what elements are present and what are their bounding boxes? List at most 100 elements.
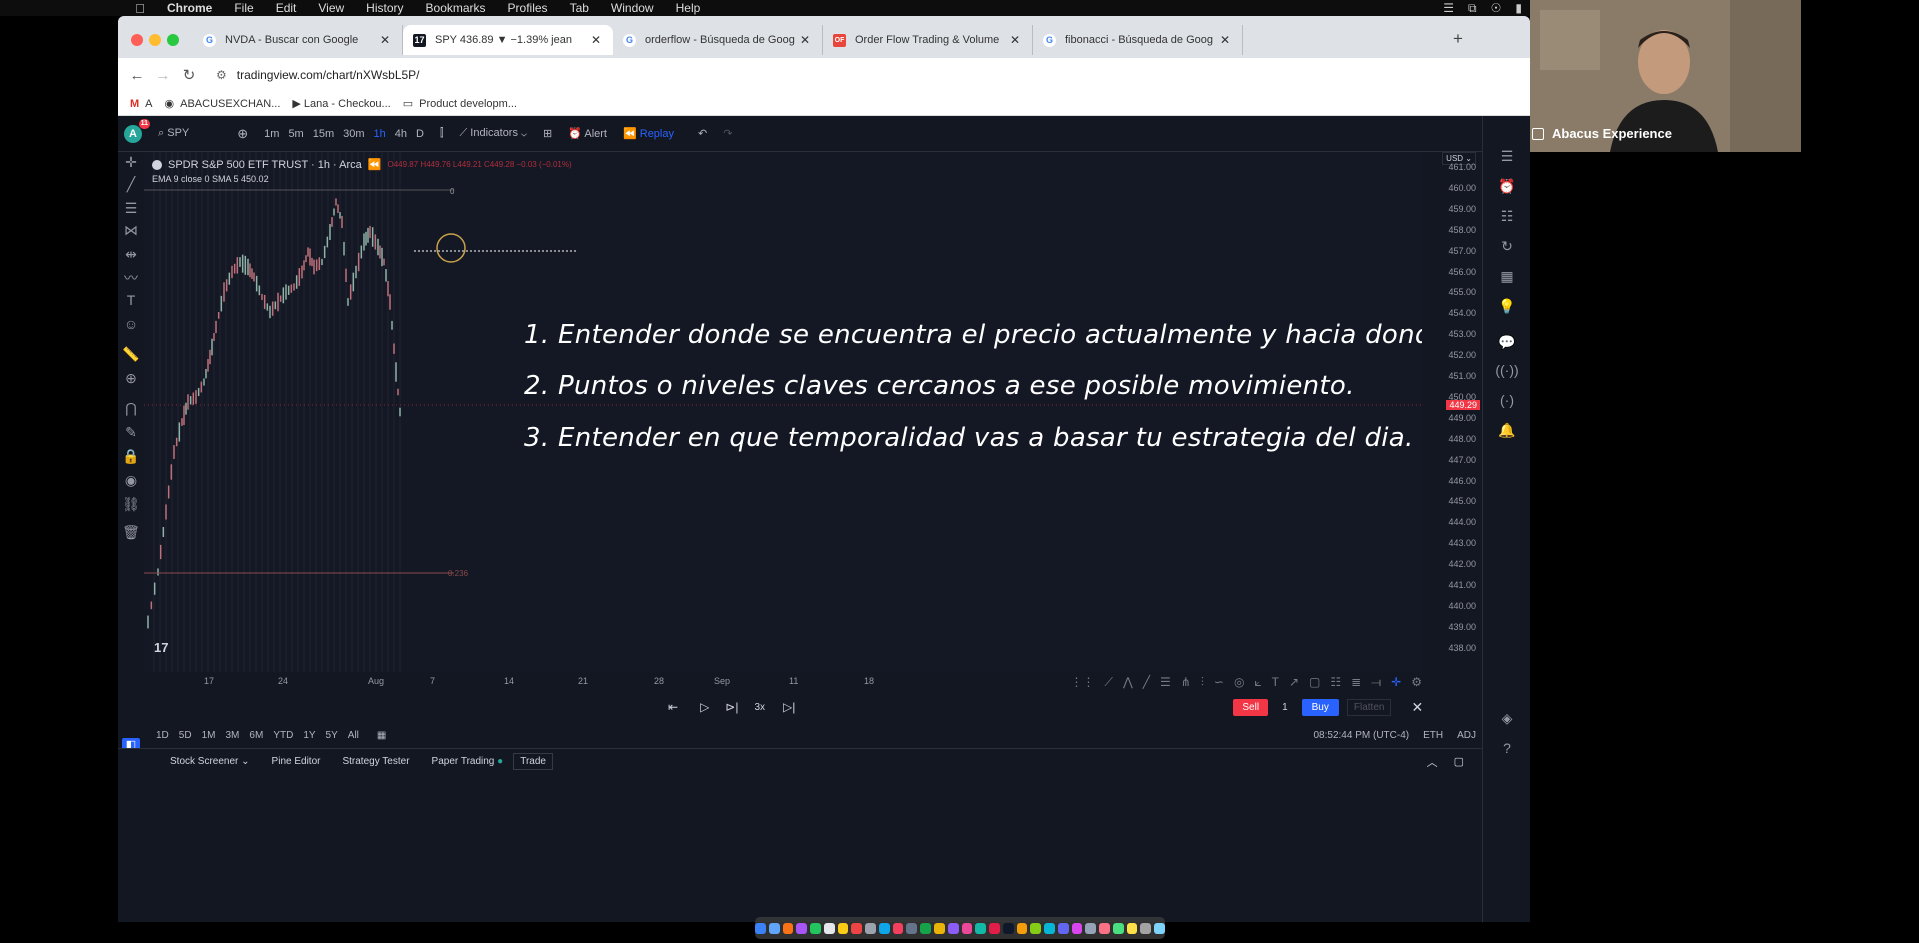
tab-orderflow[interactable]: G orderflow - Búsqueda de Goog ✕ bbox=[613, 25, 823, 55]
dock-app-icon[interactable] bbox=[947, 922, 959, 934]
alerts-clock-icon[interactable]: ⏰ bbox=[1483, 178, 1530, 195]
pattern-icon[interactable]: ⋈ bbox=[118, 222, 144, 239]
dock-app-icon[interactable] bbox=[989, 922, 1000, 934]
zoom-in-icon[interactable]: ⊕ bbox=[118, 370, 144, 387]
new-tab-button[interactable]: + bbox=[1453, 29, 1463, 49]
hotlist-icon[interactable]: ↻ bbox=[1483, 238, 1530, 255]
prediction-icon[interactable]: ⇹ bbox=[118, 246, 144, 263]
url-field[interactable]: ⚙ tradingview.com/chart/nXWsbL5P/ bbox=[216, 68, 420, 82]
ruler-icon[interactable]: 📏 bbox=[118, 346, 144, 363]
user-avatar[interactable]: A 11 bbox=[124, 118, 150, 143]
sell-button[interactable]: Sell bbox=[1233, 698, 1269, 716]
step-forward-icon[interactable]: ⊳| bbox=[725, 700, 738, 714]
drag-handle-icon[interactable]: ⋮⋮ bbox=[1071, 675, 1095, 689]
site-info-icon[interactable]: ⚙ bbox=[216, 68, 227, 82]
price-axis[interactable]: USD ⌄ 461.00 460.00 459.00 458.00 457.00 456.… bbox=[1422, 152, 1482, 672]
emoji-icon[interactable]: ☺ bbox=[118, 316, 144, 332]
session-toggle[interactable]: ETH bbox=[1423, 730, 1443, 741]
dock-app-icon[interactable] bbox=[1126, 922, 1138, 934]
indicators-button[interactable]: ⟋ Indicators ⌄ bbox=[460, 127, 527, 140]
replay-speed[interactable]: 3x bbox=[754, 702, 765, 713]
brush-icon[interactable]: 〰 bbox=[118, 268, 144, 288]
bookmark-gmail[interactable]: MA bbox=[130, 98, 153, 110]
interval-1m[interactable]: 1m bbox=[264, 128, 279, 140]
bookmark-product[interactable]: ▭ Product developm... bbox=[403, 97, 517, 111]
undo-icon[interactable]: ↶ bbox=[698, 127, 707, 140]
close-tab-icon[interactable]: ✕ bbox=[1008, 33, 1022, 47]
bookmark-lana[interactable]: ▶ Lana - Checkou... bbox=[292, 97, 390, 110]
dock-app-icon[interactable] bbox=[1099, 922, 1110, 934]
dock-app-icon[interactable] bbox=[1030, 922, 1042, 934]
jump-to-realtime-icon[interactable]: ▷| bbox=[783, 700, 795, 714]
dock-app-icon[interactable] bbox=[1057, 922, 1069, 934]
fib-channel-icon[interactable]: ⫶ bbox=[1201, 675, 1204, 690]
tab-order-flow-trading[interactable]: OF Order Flow Trading & Volume ✕ bbox=[823, 25, 1033, 55]
gann-fan-icon[interactable]: ⟀ bbox=[1254, 675, 1261, 690]
range-1y[interactable]: 1Y bbox=[303, 730, 315, 741]
redo-icon[interactable]: ↷ bbox=[723, 127, 732, 140]
go-to-date-icon[interactable]: ▦ bbox=[377, 730, 386, 741]
layers-icon[interactable]: ◈ bbox=[1483, 710, 1530, 727]
menu-view[interactable]: View bbox=[318, 1, 344, 15]
menu-edit[interactable]: Edit bbox=[276, 1, 297, 15]
dock-app-icon[interactable] bbox=[837, 922, 849, 934]
range-5y[interactable]: 5Y bbox=[326, 730, 338, 741]
ideas-bulb-icon[interactable]: 💡 bbox=[1483, 298, 1530, 315]
notifications-icon[interactable]: 🔔 bbox=[1483, 422, 1530, 439]
dock-app-icon[interactable] bbox=[1140, 922, 1152, 934]
tab-paper-trading[interactable]: Paper Trading ● bbox=[432, 756, 504, 767]
interval-4h[interactable]: 4h bbox=[395, 128, 407, 140]
tab-pine-editor[interactable]: Pine Editor bbox=[272, 756, 321, 767]
bookmark-abacus[interactable]: ◉ ABACUSEXCHAN... bbox=[165, 97, 281, 111]
buy-button[interactable]: Buy bbox=[1301, 698, 1339, 716]
cross-line-icon[interactable]: ✛ bbox=[1391, 675, 1401, 689]
object-tree-list-icon[interactable]: ☷ bbox=[1483, 208, 1530, 225]
path-icon[interactable]: ⟋ bbox=[1105, 675, 1113, 690]
zoom-window-button[interactable] bbox=[167, 34, 179, 46]
replay-button[interactable]: ⏪ Replay bbox=[623, 127, 674, 140]
eye-icon[interactable]: ◉ bbox=[118, 472, 144, 489]
play-icon[interactable]: ▷ bbox=[700, 700, 709, 714]
link-icon[interactable]: ⛓ bbox=[118, 496, 144, 513]
curve-icon[interactable]: ∽ bbox=[1214, 675, 1224, 689]
crosshair-icon[interactable]: ✛ bbox=[118, 154, 144, 171]
menu-profiles[interactable]: Profiles bbox=[508, 1, 548, 15]
stack-icon[interactable]: ☰ bbox=[1443, 1, 1454, 15]
tab-nvda[interactable]: G NVDA - Buscar con Google ✕ bbox=[193, 25, 403, 55]
watchlist-icon[interactable]: ☰ bbox=[1483, 148, 1530, 165]
chart-pane[interactable]: 0 0.236 SPDR S&P 500 ETF TRUST · 1h · Ar… bbox=[144, 152, 1422, 672]
pitchfork-icon[interactable]: ⋔ bbox=[1181, 675, 1191, 689]
broadcast-icon[interactable]: ☉ bbox=[1491, 1, 1502, 15]
dock-app-icon[interactable] bbox=[768, 922, 780, 934]
dock-app-icon[interactable] bbox=[975, 922, 987, 934]
fib-levels-icon[interactable]: ☷ bbox=[1330, 675, 1341, 689]
rectangle-icon[interactable]: ▢ bbox=[1309, 675, 1320, 689]
url-text[interactable]: tradingview.com/chart/nXWsbL5P/ bbox=[237, 68, 420, 82]
jump-to-start-icon[interactable]: ⇤ bbox=[668, 700, 678, 714]
dock-app-icon[interactable] bbox=[892, 922, 904, 934]
symbol-search[interactable]: ⌕ SPY bbox=[158, 127, 189, 140]
close-tab-icon[interactable]: ✕ bbox=[589, 33, 603, 47]
dock-app-icon[interactable] bbox=[961, 922, 973, 934]
calendar-icon[interactable]: ▦ bbox=[1483, 268, 1530, 285]
close-tab-icon[interactable]: ✕ bbox=[378, 33, 392, 47]
layouts-icon[interactable]: ⊞ bbox=[543, 127, 552, 140]
dock-app-icon[interactable] bbox=[1154, 922, 1165, 934]
circle-icon[interactable]: ◎ bbox=[1234, 675, 1244, 689]
interval-d[interactable]: D bbox=[416, 128, 424, 140]
menu-bookmarks[interactable]: Bookmarks bbox=[426, 1, 486, 15]
horizontal-line-icon[interactable]: ⟞ bbox=[1371, 675, 1381, 690]
fib-retracement-icon[interactable]: ☰ bbox=[118, 200, 144, 217]
range-3m[interactable]: 3M bbox=[226, 730, 240, 741]
dock-app-icon[interactable] bbox=[1085, 922, 1097, 934]
lock-icon[interactable]: 🔒 bbox=[118, 448, 144, 465]
chat-icon[interactable]: 💬 bbox=[1483, 334, 1530, 351]
dock-app-icon[interactable] bbox=[823, 922, 835, 934]
dock-app-icon[interactable] bbox=[782, 922, 794, 934]
dock-app-icon[interactable] bbox=[1002, 922, 1014, 934]
compare-add-icon[interactable]: ⊕ bbox=[237, 126, 248, 142]
magnet-icon[interactable]: ⋂ bbox=[118, 400, 144, 417]
tab-strategy-tester[interactable]: Strategy Tester bbox=[342, 756, 409, 767]
lock-drawing-icon[interactable]: ✎ bbox=[118, 424, 144, 441]
legend-title[interactable]: SPDR S&P 500 ETF TRUST · 1h · Arca bbox=[168, 159, 362, 171]
